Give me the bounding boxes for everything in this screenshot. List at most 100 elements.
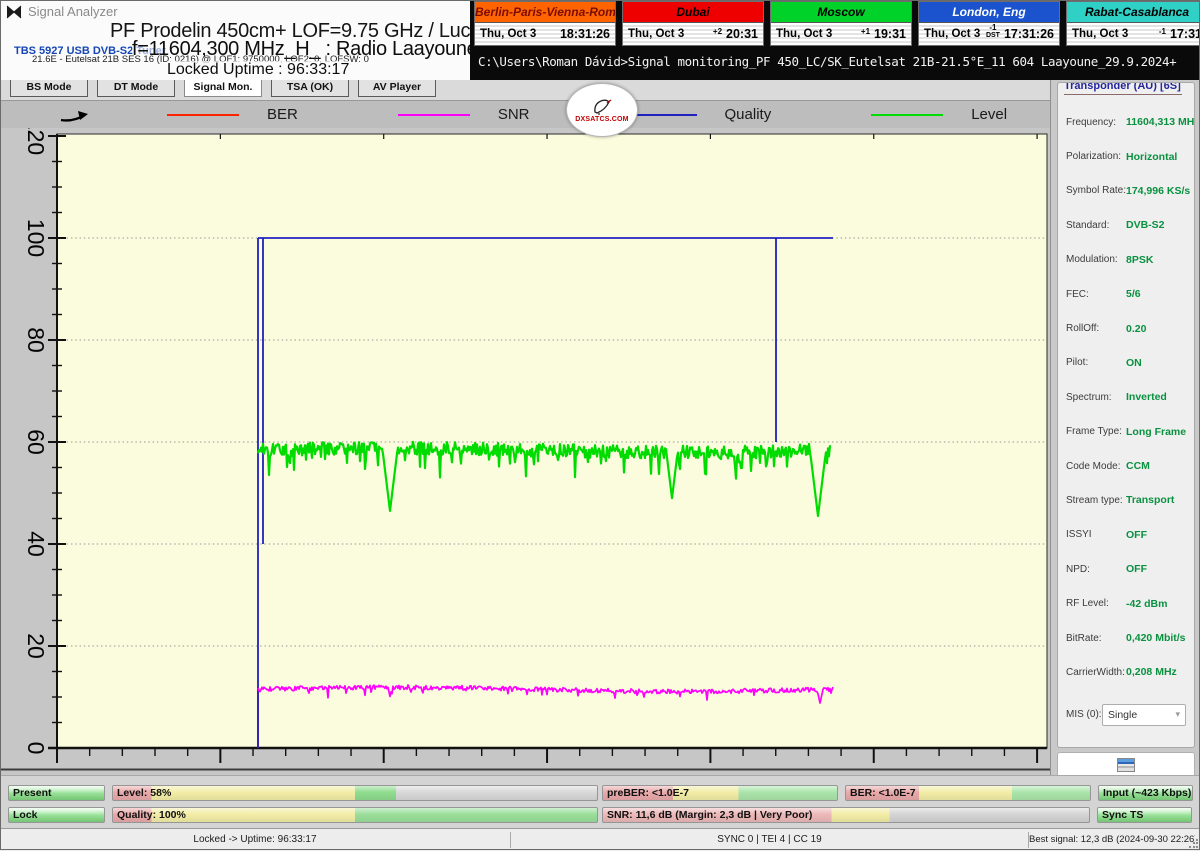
meter-snr: SNR: 11,6 dB (Margin: 2,3 dB | Very Poor…: [602, 807, 1090, 823]
clock-date: Thu, Oct 3: [628, 28, 684, 40]
titlebar: Signal Analyzer: [6, 4, 118, 19]
app-icon: [6, 5, 22, 19]
clock-moscow: MoscowThu, Oct 3+119:31: [770, 1, 912, 46]
clock-city: London, Eng: [919, 2, 1059, 22]
transponder-row-issyi: ISSYIOFF: [1066, 518, 1186, 552]
resize-grip[interactable]: [1188, 839, 1198, 849]
mis-select[interactable]: Single ▾: [1102, 704, 1186, 726]
clock-city: Dubai: [623, 2, 763, 22]
world-clocks: Berlin-Paris-Vienna-RomaThu, Oct 318:31:…: [474, 1, 1200, 46]
meter-preber: preBER: <1.0E-7: [602, 785, 838, 801]
meter-ber: BER: <1.0E-7: [845, 785, 1091, 801]
clock-utc-offset: -1: [1157, 28, 1168, 35]
svg-text:120: 120: [23, 127, 49, 155]
meter-level: Level: 58%: [112, 785, 598, 801]
clock-utc-offset: +2: [711, 28, 724, 35]
transponder-row-code-mode: Code Mode:CCM: [1066, 449, 1186, 483]
transponder-row-symbol-rate: Symbol Rate:174,996 KS/s: [1066, 174, 1186, 208]
meter-label: Input (~423 Kbps): [1103, 787, 1191, 799]
transponder-label: Frequency:: [1066, 117, 1126, 128]
mis-row: MIS (0): Single ▾: [1066, 704, 1186, 726]
clock-city: Rabat-Casablanca: [1067, 2, 1200, 22]
clock-berlin-paris-vienna-roma: Berlin-Paris-Vienna-RomaThu, Oct 318:31:…: [474, 1, 616, 46]
arrow-icon: [58, 105, 92, 125]
clock-body: Thu, Oct 318:31:26: [475, 22, 615, 45]
legend-label: Level: [971, 106, 1007, 123]
legend-swatch: [398, 114, 470, 116]
transponder-label: BitRate:: [1066, 633, 1126, 644]
transponder-value: Inverted: [1126, 391, 1186, 403]
meter-label: BER: <1.0E-7: [850, 787, 916, 799]
statusbar: Locked -> Uptime: 96:33:17 SYNC 0 | TEI …: [0, 828, 1200, 851]
meter-label: Sync TS: [1102, 809, 1143, 821]
transponder-row-fec: FEC:5/6: [1066, 277, 1186, 311]
transponder-label: FEC:: [1066, 289, 1126, 300]
clock-time: 19:31: [874, 27, 906, 41]
mis-label: MIS (0):: [1066, 709, 1102, 720]
meter-present: Present: [8, 785, 105, 801]
transponder-row-carrierwidth: CarrierWidth:0,208 MHz: [1066, 655, 1186, 689]
clock-london-eng: London, EngThu, Oct 3-1DST17:31:26: [918, 1, 1060, 46]
transponder-label: Polarization:: [1066, 151, 1126, 162]
meter-input-423-kbps: Input (~423 Kbps): [1098, 785, 1193, 801]
transponder-label: Code Mode:: [1066, 461, 1126, 472]
transponder-label: ISSYI: [1066, 529, 1126, 540]
svg-text:80: 80: [23, 327, 49, 353]
signal-chart: 020406080100120: [0, 127, 1050, 775]
tab-bs-mode[interactable]: BS Mode: [10, 78, 88, 97]
legend-label: SNR: [498, 106, 530, 123]
chart-canvas: 020406080100120: [0, 127, 1050, 775]
transponder-label: NPD:: [1066, 564, 1126, 575]
transponder-label: RF Level:: [1066, 598, 1126, 609]
clock-date: Thu, Oct 3: [776, 28, 832, 40]
statusbar-center: SYNC 0 | TEI 4 | CC 19: [511, 829, 1028, 851]
clock-time: 18:31:26: [560, 27, 610, 41]
transponder-row-pilot: Pilot:ON: [1066, 346, 1186, 380]
transponder-label: Pilot:: [1066, 357, 1126, 368]
meter-label: SNR: 11,6 dB (Margin: 2,3 dB | Very Poor…: [607, 809, 812, 821]
transponder-row-spectrum: Spectrum:Inverted: [1066, 380, 1186, 414]
transponder-row-frame-type: Frame Type:Long Frame: [1066, 415, 1186, 449]
tab-dt-mode[interactable]: DT Mode: [97, 78, 175, 97]
meter-label: Lock: [13, 809, 38, 821]
svg-text:60: 60: [23, 429, 49, 455]
meter-label: Level: 58%: [117, 787, 171, 799]
transponder-value: Long Frame: [1126, 426, 1186, 438]
legend-item-level: Level: [871, 106, 1007, 123]
meter-sync-ts: Sync TS: [1097, 807, 1192, 823]
legend-swatch: [167, 114, 239, 116]
transponder-row-npd: NPD:OFF: [1066, 552, 1186, 586]
transponder-rows: Frequency:11604,313 MHzPolarization:Hori…: [1058, 95, 1194, 690]
legend-swatch: [871, 114, 943, 116]
tab-tsa-ok[interactable]: TSA (OK): [271, 78, 349, 97]
transponder-value: 0,420 Mbit/s: [1126, 632, 1186, 644]
transponder-panel: Transponder (AU) [6S] Frequency:11604,31…: [1057, 82, 1195, 748]
svg-text:100: 100: [23, 219, 49, 257]
transponder-label: Stream type:: [1066, 495, 1126, 506]
transponder-value: OFF: [1126, 563, 1186, 575]
tab-signal-mon[interactable]: Signal Mon.: [184, 78, 262, 97]
transponder-row-stream-type: Stream type:Transport: [1066, 483, 1186, 517]
clock-date: Thu, Oct 3: [924, 28, 980, 40]
transponder-value: CCM: [1126, 460, 1186, 472]
uptime-label: Locked Uptime : 96:33:17: [167, 61, 349, 79]
clock-body: Thu, Oct 3 +220:31: [623, 22, 763, 45]
transponder-row-rolloff: RollOff:0.20: [1066, 311, 1186, 345]
meters-panel: Present Level: 58% preBER: <1.0E-7 BER: <1.…: [0, 775, 1200, 829]
transponder-row-frequency: Frequency:11604,313 MHz: [1066, 105, 1186, 139]
header-panel: Signal Analyzer PF Prodelin 450cm+ LOF=9…: [0, 0, 470, 80]
statusbar-right: Best signal: 12,3 dB (2024-09-30 22:26): [1029, 829, 1195, 851]
tab-av-player[interactable]: AV Player: [358, 78, 436, 97]
clock-time: 20:31: [726, 27, 758, 41]
transponder-value: 11604,313 MHz: [1126, 116, 1195, 128]
clock-dubai: Dubai Thu, Oct 3 +220:31: [622, 1, 764, 46]
statusbar-left: Locked -> Uptime: 96:33:17: [0, 829, 510, 851]
clock-body: Thu, Oct 3-117:31: [1067, 22, 1200, 45]
legend-item-quality: Quality: [625, 106, 772, 123]
transponder-value: 0,208 MHz: [1126, 666, 1186, 678]
svg-text:20: 20: [23, 633, 49, 659]
svg-text:40: 40: [23, 531, 49, 557]
list-icon: [1117, 758, 1135, 772]
transponder-value: DVB-S2: [1126, 219, 1186, 231]
clock-date: Thu, Oct 3: [1072, 28, 1128, 40]
